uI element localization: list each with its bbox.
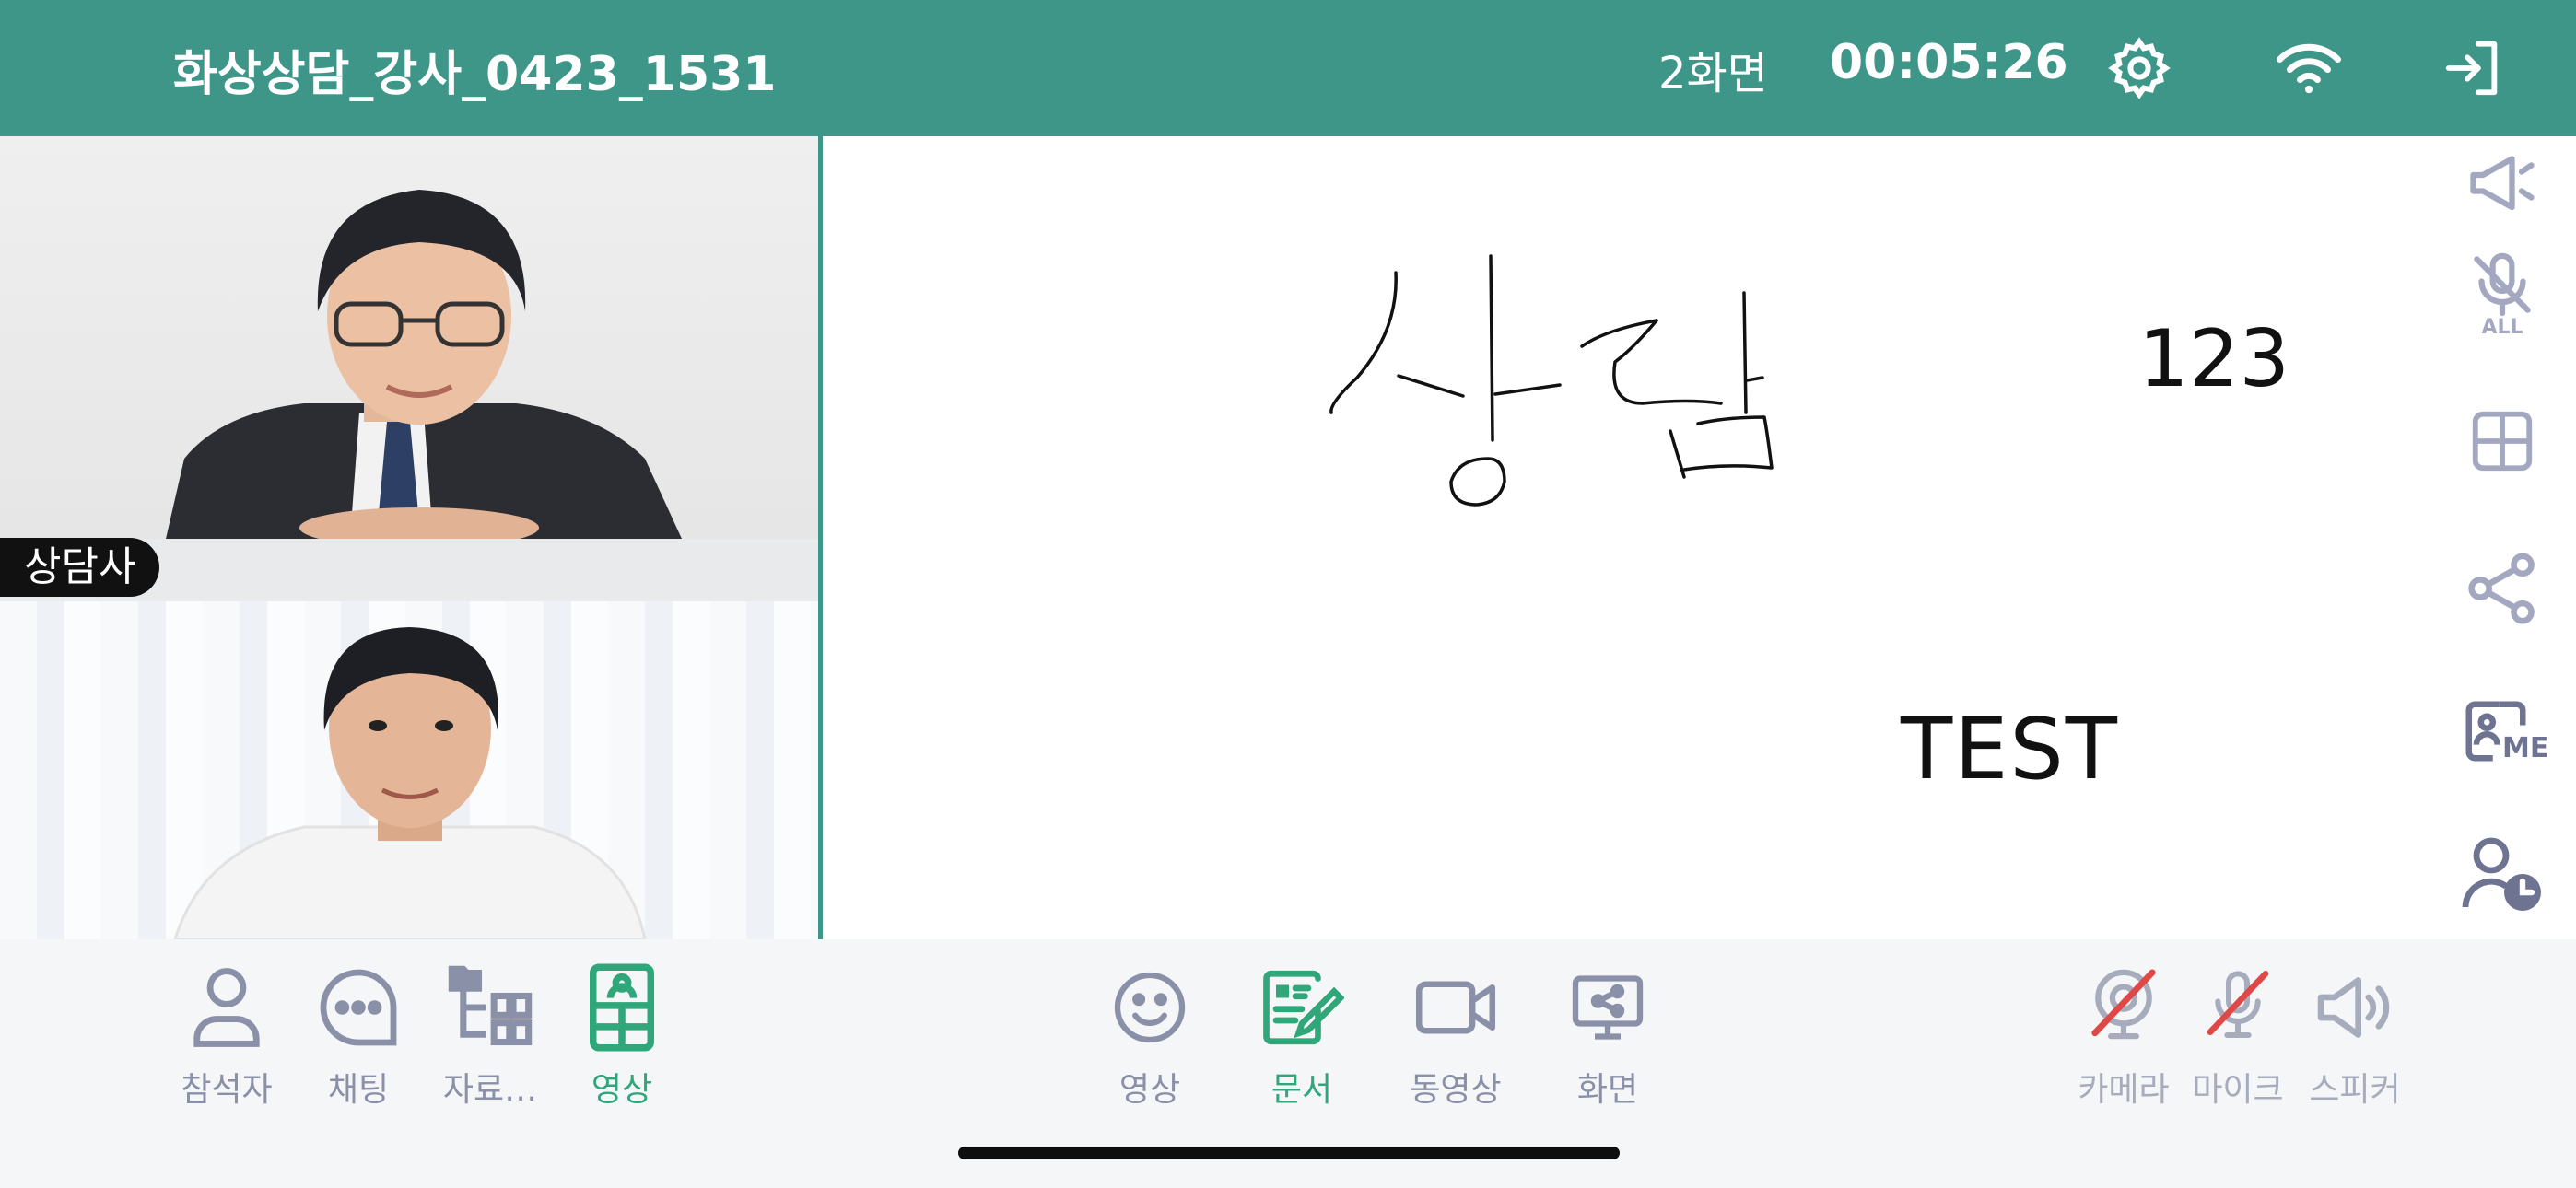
board-text-numbers[interactable]: 123 [2138, 313, 2289, 405]
video-layout-label: 영상 [591, 1071, 653, 1109]
screen-share-icon [1539, 960, 1677, 1055]
emoji-button[interactable]: 영상 [1081, 960, 1219, 1111]
chat-button[interactable]: 채팅 [289, 960, 427, 1111]
chat-label: 채팅 [327, 1071, 390, 1109]
participant-video-panel: 상담사 [0, 136, 818, 939]
emoji-label: 영상 [1118, 1071, 1181, 1109]
smile-icon [1081, 960, 1219, 1055]
layout-grid-icon[interactable] [2452, 390, 2553, 492]
mute-all-icon: ALL [2464, 250, 2541, 342]
video-layout-icon [553, 960, 691, 1055]
participant-icon [158, 960, 296, 1055]
share-icon[interactable] [2452, 538, 2553, 639]
video-camera-icon [1387, 960, 1525, 1055]
folder-tree-icon [421, 960, 559, 1055]
materials-label: 자료… [442, 1071, 538, 1109]
session-timer: 00:05:26 [1830, 35, 2068, 90]
home-indicator[interactable] [958, 1147, 1620, 1159]
video-layout-button[interactable]: 영상 [553, 960, 691, 1111]
mute-all-button[interactable]: ALL [2452, 245, 2553, 346]
screen-share-label: 화면 [1576, 1071, 1639, 1109]
mute-all-label: ALL [2481, 316, 2523, 339]
video-consult-app: 화상상담_강사_0423_1531 2화면 00:05:26 상담사 123 T… [0, 0, 2576, 1188]
chat-icon [289, 960, 427, 1055]
materials-button[interactable]: 자료… [421, 960, 559, 1111]
movie-label: 동영상 [1410, 1071, 1502, 1109]
movie-button[interactable]: 동영상 [1387, 960, 1525, 1111]
user-time-icon[interactable] [2452, 823, 2553, 925]
screen-share-button[interactable]: 화면 [1539, 960, 1677, 1111]
speaker-icon [2286, 960, 2424, 1055]
counselor-video[interactable] [0, 136, 818, 539]
top-bar: 화상상담_강사_0423_1531 2화면 00:05:26 [0, 0, 2576, 136]
megaphone-icon[interactable] [2452, 131, 2553, 232]
handwriting-drawing [1329, 254, 1774, 507]
me-view-button[interactable]: ME [2452, 681, 2553, 783]
participants-label: 참석자 [181, 1071, 273, 1109]
document-edit-icon [1233, 960, 1371, 1055]
speaker-label: 스피커 [2309, 1071, 2401, 1109]
settings-icon[interactable] [2104, 33, 2174, 103]
whiteboard-canvas[interactable]: 123 TEST [823, 136, 2430, 939]
counselor-name-tag: 상담사 [0, 538, 160, 597]
speaker-toggle-button[interactable]: 스피커 [2286, 960, 2424, 1111]
right-toolbar: ALL ME [2430, 136, 2576, 939]
screen-count-toggle[interactable]: 2화면 [1658, 37, 1768, 101]
document-label: 문서 [1270, 1071, 1333, 1109]
client-video[interactable] [0, 601, 818, 939]
session-title: 화상상담_강사_0423_1531 [173, 47, 777, 102]
exit-icon[interactable] [2438, 33, 2508, 103]
document-button[interactable]: 문서 [1233, 960, 1371, 1111]
me-label: ME [2502, 732, 2549, 764]
participants-button[interactable]: 참석자 [158, 960, 296, 1111]
wifi-icon [2274, 33, 2344, 103]
me-view-icon: ME [2460, 695, 2549, 769]
board-text-test[interactable]: TEST [1901, 700, 2119, 798]
